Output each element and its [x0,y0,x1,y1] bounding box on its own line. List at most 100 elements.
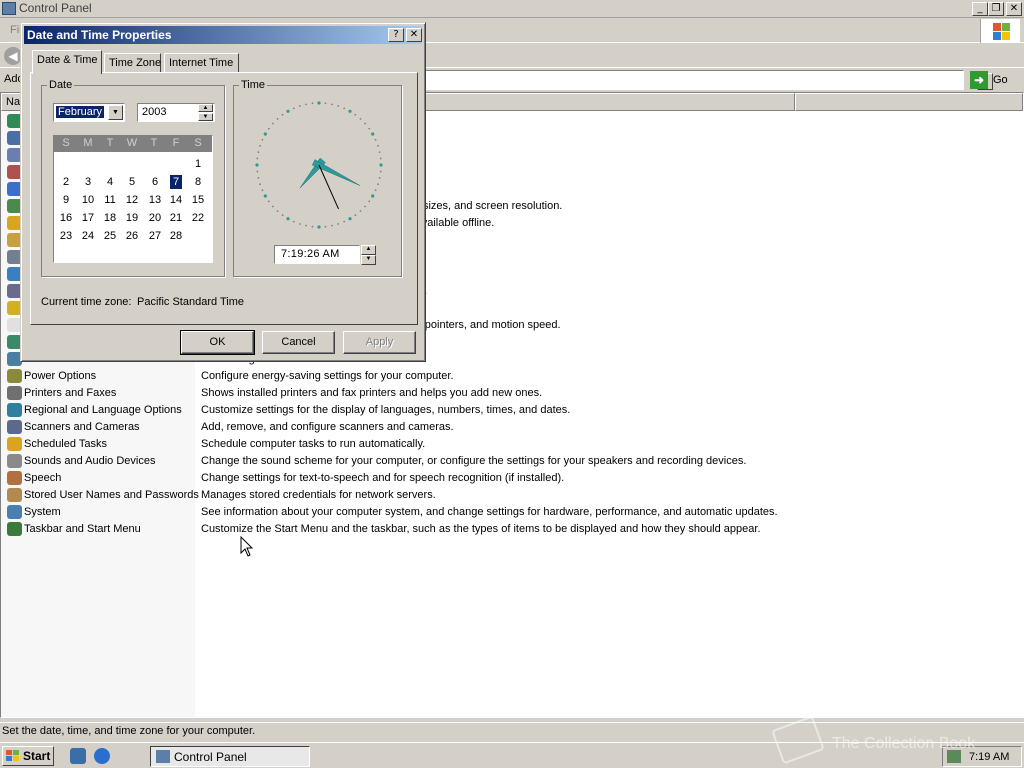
internet-explorer-icon[interactable] [94,748,110,764]
calendar-day[interactable]: 26 [121,228,143,244]
column-header-extra[interactable] [795,93,1023,111]
day-header: F [172,137,180,149]
dialog-title-bar[interactable]: Date and Time Properties ? ✕ [24,26,422,44]
close-button[interactable]: ✕ [1006,2,1022,16]
minute-tick [276,118,279,120]
applet-name: Scheduled Tasks [24,438,107,450]
calendar-day[interactable]: 16 [55,210,77,226]
minimize-button[interactable]: _ [972,2,988,16]
minute-tick [368,127,371,130]
calendar-day[interactable]: 23 [55,228,77,244]
calendar-day[interactable]: 6 [144,174,166,190]
list-item[interactable]: Sounds and Audio Devices Change the sound… [1,453,1021,470]
tab-internet-time[interactable]: Internet Time [164,53,239,73]
applet-icon [7,454,22,468]
ok-button[interactable]: OK [180,330,255,355]
calendar-day[interactable]: 24 [77,228,99,244]
list-item[interactable]: Power Options Configure energy-saving set… [1,368,1021,385]
calendar-day-selected[interactable]: 7 [170,175,182,189]
calendar-day[interactable]: 25 [99,228,121,244]
calendar-day[interactable]: 18 [99,210,121,226]
hour-tick [348,217,352,221]
list-item[interactable]: Speech Change settings for text-to-speech… [1,470,1021,487]
calendar-day[interactable]: 27 [144,228,166,244]
apply-button[interactable]: Apply [343,331,416,354]
day-header: T [150,137,158,149]
year-down-button[interactable]: ▼ [198,113,213,121]
day-header: S [62,137,70,149]
day-header: S [194,137,202,149]
hour-tick [371,132,375,136]
calendar-day[interactable]: 3 [77,174,99,190]
hour-tick [371,194,375,198]
minute-tick [368,200,371,203]
day-header: T [106,137,114,149]
applet-description: Schedule computer tasks to run automatic… [201,438,426,450]
minute-tick [281,214,284,217]
calendar-day[interactable]: 20 [144,210,166,226]
minute-tick [256,157,259,160]
time-group-label: Time [239,79,268,91]
cancel-button[interactable]: Cancel [262,331,335,354]
calendar-day[interactable]: 8 [187,174,209,190]
tab-date-time[interactable]: Date & Time [32,50,102,74]
calendar-day[interactable]: 13 [144,192,166,208]
list-item[interactable]: System See information about your compute… [1,504,1021,521]
start-button[interactable]: Start [2,746,54,766]
month-dropdown-arrow-icon[interactable]: ▼ [108,105,123,120]
tab-time-zone[interactable]: Time Zone [104,53,161,73]
minute-tick [311,225,314,228]
calendar-day[interactable]: 19 [121,210,143,226]
calendar-day[interactable]: 9 [55,192,77,208]
list-item[interactable]: Taskbar and Start Menu Customize the Star… [1,521,1021,538]
calendar-day[interactable]: 1 [187,156,209,172]
applet-description: Manages stored credentials for network s… [201,489,436,501]
restore-button[interactable]: ❐ [988,2,1004,16]
calendar-day[interactable]: 5 [121,174,143,190]
calendar-day[interactable]: 22 [187,210,209,226]
taskbar-control-panel[interactable]: Control Panel [150,746,310,767]
calendar-day[interactable]: 10 [77,192,99,208]
time-up-button[interactable]: ▲ [361,245,376,255]
minute-tick [281,113,284,116]
help-button[interactable]: ? [388,28,404,42]
hour-tick [255,163,259,167]
time-input[interactable]: 7:19:26 AM [274,245,360,264]
calendar-day[interactable]: 14 [165,192,187,208]
show-desktop-icon[interactable] [70,748,86,764]
list-item[interactable]: Printers and Faxes Shows installed printe… [1,385,1021,402]
year-spinner[interactable]: 2003 ▲ ▼ [137,103,215,122]
calendar-day[interactable]: 17 [77,210,99,226]
list-item[interactable]: Scheduled Tasks Schedule computer tasks t… [1,436,1021,453]
minute-tick [364,122,366,125]
minute-tick [311,102,314,105]
calendar-day[interactable]: 4 [99,174,121,190]
calendar-day[interactable]: 28 [165,228,187,244]
go-button[interactable]: ➜ Go [968,70,1020,90]
minute-tick [272,205,274,208]
calendar-day[interactable]: 15 [187,192,209,208]
hour-tick [348,109,352,113]
calendar-day[interactable]: 2 [55,174,77,190]
analog-clock [255,101,383,229]
list-item[interactable]: Regional and Language Options Customize s… [1,402,1021,419]
year-up-button[interactable]: ▲ [198,104,213,112]
applet-icon [7,488,22,502]
calendar-day[interactable]: 21 [165,210,187,226]
main-title-bar[interactable]: Control Panel _ ❐ ✕ [0,0,1024,18]
list-item[interactable]: Stored User Names and Passwords Manages s… [1,487,1021,504]
dialog-close-button[interactable]: ✕ [406,28,422,42]
list-item[interactable]: Scanners and Cameras Add, remove, and con… [1,419,1021,436]
applet-description: Customize settings for the display of la… [201,404,571,416]
minute-tick [259,144,261,147]
applet-description: Shows installed printers and fax printer… [201,387,543,399]
calendar-day[interactable]: 12 [121,192,143,208]
timezone-label: Current time zone: [41,296,132,308]
calendar-day[interactable]: 11 [99,192,121,208]
mouse-pointer-icon [240,536,254,557]
month-select[interactable]: February ▼ [53,103,125,122]
applet-icon [7,505,22,519]
time-down-button[interactable]: ▼ [361,255,376,265]
minute-tick [374,138,377,141]
minute-tick [261,138,264,141]
